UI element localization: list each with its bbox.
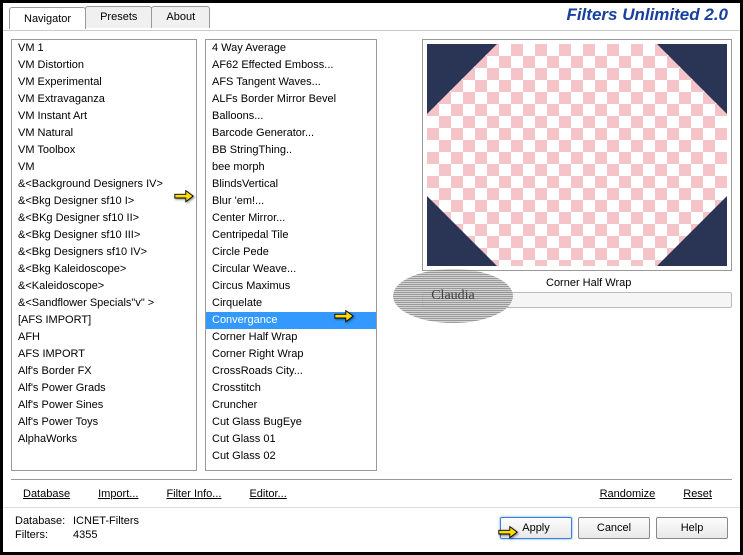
preview-corner-br <box>657 196 727 266</box>
list-item[interactable]: Corner Right Wrap <box>206 346 376 363</box>
tab-about[interactable]: About <box>151 6 210 28</box>
list-item[interactable]: Alf's Power Sines <box>12 397 196 414</box>
database-link[interactable]: Database <box>23 488 70 500</box>
reset-link[interactable]: Reset <box>683 488 712 500</box>
editor-link[interactable]: Editor... <box>249 488 286 500</box>
tab-navigator[interactable]: Navigator <box>9 7 86 29</box>
list-item[interactable]: Cruncher <box>206 397 376 414</box>
list-item[interactable]: BlindsVertical <box>206 176 376 193</box>
list-item[interactable]: 4 Way Average <box>206 40 376 57</box>
list-item[interactable]: ALFs Border Mirror Bevel <box>206 91 376 108</box>
list-item[interactable]: Crosstitch <box>206 380 376 397</box>
list-item[interactable]: Blur 'em!... <box>206 193 376 210</box>
list-item[interactable]: Cirquelate <box>206 295 376 312</box>
list-item[interactable]: AFH <box>12 329 196 346</box>
apply-button[interactable]: Apply <box>500 517 572 539</box>
list-item[interactable]: AFS IMPORT <box>12 346 196 363</box>
import-link[interactable]: Import... <box>98 488 138 500</box>
preview-corner-tl <box>427 44 497 114</box>
list-item[interactable]: Alf's Power Grads <box>12 380 196 397</box>
list-item[interactable]: &<Background Designers IV> <box>12 176 196 193</box>
list-item[interactable]: bee morph <box>206 159 376 176</box>
list-item[interactable]: VM 1 <box>12 40 196 57</box>
list-item[interactable]: Balloons... <box>206 108 376 125</box>
list-item[interactable]: Centripedal Tile <box>206 227 376 244</box>
list-item[interactable]: &<Bkg Kaleidoscope> <box>12 261 196 278</box>
list-item[interactable]: VM Toolbox <box>12 142 196 159</box>
list-item[interactable]: VM Distortion <box>12 57 196 74</box>
preview-corner-bl <box>427 196 497 266</box>
list-item[interactable]: VM Instant Art <box>12 108 196 125</box>
filter-info-link[interactable]: Filter Info... <box>166 488 221 500</box>
list-item[interactable]: Corner Half Wrap <box>206 329 376 346</box>
list-item[interactable]: [AFS IMPORT] <box>12 312 196 329</box>
list-item[interactable]: Center Mirror... <box>206 210 376 227</box>
list-item[interactable]: VM <box>12 159 196 176</box>
list-item[interactable]: Circular Weave... <box>206 261 376 278</box>
preview-image <box>427 44 727 266</box>
list-item[interactable]: VM Natural <box>12 125 196 142</box>
list-item[interactable]: AFS Tangent Waves... <box>206 74 376 91</box>
list-item[interactable]: Circus Maximus <box>206 278 376 295</box>
randomize-link[interactable]: Randomize <box>600 488 656 500</box>
list-item[interactable]: Alf's Power Toys <box>12 414 196 431</box>
tab-presets[interactable]: Presets <box>85 6 152 28</box>
list-item[interactable]: &<Bkg Designer sf10 I> <box>12 193 196 210</box>
list-item[interactable]: VM Experimental <box>12 74 196 91</box>
preview-pane <box>422 39 732 271</box>
list-item[interactable]: VM Extravaganza <box>12 91 196 108</box>
category-list[interactable]: VM 1VM DistortionVM ExperimentalVM Extra… <box>11 39 197 471</box>
list-item[interactable]: CrossRoads City... <box>206 363 376 380</box>
status-info: Database:ICNET-Filters Filters:4355 <box>15 514 139 542</box>
list-item[interactable]: Cut Glass BugEye <box>206 414 376 431</box>
filter-name-label: Corner Half Wrap <box>542 271 732 291</box>
help-button[interactable]: Help <box>656 517 728 539</box>
list-item[interactable]: &<Bkg Designer sf10 III> <box>12 227 196 244</box>
list-item[interactable]: Circle Pede <box>206 244 376 261</box>
list-item[interactable]: Barcode Generator... <box>206 125 376 142</box>
list-item[interactable]: &<Bkg Designers sf10 IV> <box>12 244 196 261</box>
list-item[interactable]: Cut Glass 02 <box>206 448 376 465</box>
app-title: Filters Unlimited 2.0 <box>566 5 736 25</box>
list-item[interactable]: BB StringThing.. <box>206 142 376 159</box>
list-item[interactable]: &<BKg Designer sf10 II> <box>12 210 196 227</box>
list-item[interactable]: AlphaWorks <box>12 431 196 448</box>
param-slider[interactable] <box>422 292 732 308</box>
filter-list[interactable]: 4 Way AverageAF62 Effected Emboss...AFS … <box>205 39 377 471</box>
list-item[interactable]: Cut Glass 01 <box>206 431 376 448</box>
list-item[interactable]: Alf's Border FX <box>12 363 196 380</box>
cancel-button[interactable]: Cancel <box>578 517 650 539</box>
list-item[interactable]: Convergance <box>206 312 376 329</box>
preview-corner-tr <box>657 44 727 114</box>
list-item[interactable]: &<Sandflower Specials"v" > <box>12 295 196 312</box>
list-item[interactable]: AF62 Effected Emboss... <box>206 57 376 74</box>
list-item[interactable]: &<Kaleidoscope> <box>12 278 196 295</box>
